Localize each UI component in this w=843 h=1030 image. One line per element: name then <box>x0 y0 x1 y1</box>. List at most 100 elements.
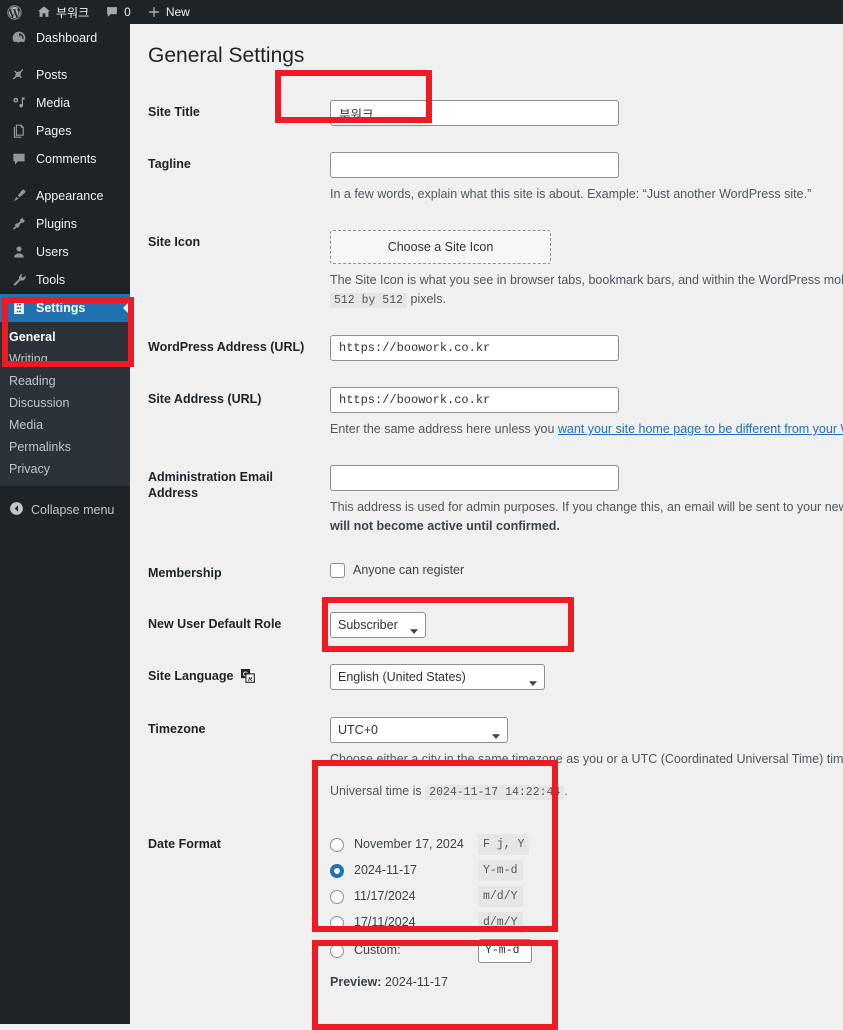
timezone-select[interactable]: UTC+0 <box>330 716 508 743</box>
submenu-item-discussion[interactable]: Discussion <box>0 392 130 414</box>
site-language-select-wrap: English (United States) <box>330 663 545 690</box>
site-name-label: 부워크 <box>56 5 90 20</box>
anyone-can-register-label: Anyone can register <box>353 563 465 578</box>
anyone-can-register-checkbox[interactable]: Anyone can register <box>330 561 464 580</box>
submenu-item-reading[interactable]: Reading <box>0 370 130 392</box>
site-icon-label: Site Icon <box>148 235 201 250</box>
date-format-option-code: F j, Y <box>478 834 530 856</box>
date-format-option[interactable]: November 17, 2024 F j, Y <box>330 832 843 858</box>
brush-icon <box>9 186 29 206</box>
submenu-item-writing[interactable]: Writing <box>0 348 130 370</box>
timezone-select-wrap: UTC+0 <box>330 716 508 743</box>
sidebar-item-users[interactable]: Users <box>0 238 130 266</box>
submenu-item-media[interactable]: Media <box>0 414 130 436</box>
new-content-menu[interactable]: New <box>139 0 198 24</box>
site-icon-pixels-label: pixels. <box>410 291 446 306</box>
admin-email-description-line2: will not become active until confirmed. <box>330 518 560 533</box>
sidebar-item-comments[interactable]: Comments <box>0 145 130 173</box>
admin-email-description: This address is used for admin purposes.… <box>330 498 843 536</box>
sidebar-item-label: Settings <box>36 301 86 315</box>
new-user-role-select-wrap: Subscriber <box>330 611 426 638</box>
sidebar-item-label: Dashboard <box>36 31 98 45</box>
submenu-item-general[interactable]: General <box>0 326 130 348</box>
timezone-description: Choose either a city in the same timezon… <box>330 751 843 766</box>
date-format-option-code: Y-m-d <box>478 860 523 882</box>
membership-label: Membership <box>148 566 222 581</box>
row-wordpress-address: WordPress Address (URL) <box>148 322 843 374</box>
plug-icon <box>9 214 29 234</box>
comments-count: 0 <box>124 5 131 19</box>
site-language-label: Site Language G א <box>148 651 330 704</box>
page-title: General Settings <box>148 44 305 67</box>
wordpress-address-input[interactable] <box>330 335 619 362</box>
wordpress-address-label: WordPress Address (URL) <box>148 340 305 355</box>
row-site-address: Site Address (URL) Enter the same addres… <box>148 374 843 452</box>
sidebar-item-posts[interactable]: Posts <box>0 61 130 89</box>
row-time-format: Time Format 2:22 pm g:i a 2:22 PM g:i A <box>148 1005 843 1024</box>
site-name-menu[interactable]: 부워크 <box>29 0 97 24</box>
tagline-description: In a few words, explain what this site i… <box>330 187 812 202</box>
wp-logo-button[interactable] <box>0 0 29 24</box>
menu-separator <box>0 52 130 61</box>
site-address-description-text: Enter the same address here unless you <box>330 422 558 437</box>
admin-email-label: Administration Email Address <box>148 469 274 501</box>
admin-email-input[interactable] <box>330 464 619 491</box>
date-format-preview-value: 2024-11-17 <box>384 974 448 989</box>
date-format-option[interactable]: 11/17/2024 m/d/Y <box>330 884 843 910</box>
row-timezone: Timezone UTC+0 Choose either a city in t… <box>148 704 843 814</box>
radio-button <box>330 837 344 852</box>
radio-button <box>330 863 344 878</box>
universal-time-value: 2024-11-17 14:22:44 <box>425 784 565 800</box>
wordpress-logo-icon <box>7 4 22 20</box>
universal-time-period: . <box>564 783 568 798</box>
sidebar-item-dashboard[interactable]: Dashboard <box>0 24 130 52</box>
admin-bar: 부워크 0 New <box>0 0 843 24</box>
date-format-option[interactable]: 2024-11-17 Y-m-d <box>330 858 843 884</box>
site-title-label: Site Title <box>148 105 200 120</box>
tagline-label: Tagline <box>148 157 191 172</box>
timezone-label: Timezone <box>148 721 206 736</box>
submenu-item-privacy[interactable]: Privacy <box>0 458 130 480</box>
sidebar-item-label: Pages <box>36 124 72 138</box>
row-new-user-role: New User Default Role Subscriber <box>148 599 843 651</box>
user-icon <box>9 242 29 262</box>
sidebar-item-pages[interactable]: Pages <box>0 117 130 145</box>
date-format-custom-option[interactable]: Custom: <box>330 936 843 966</box>
sidebar-item-label: Users <box>36 245 69 259</box>
tagline-input[interactable] <box>330 152 619 179</box>
site-address-input[interactable] <box>330 387 619 414</box>
date-format-option[interactable]: 17/11/2024 d/m/Y <box>330 910 843 936</box>
sidebar-item-settings[interactable]: Settings <box>0 294 131 322</box>
choose-site-icon-button[interactable]: Choose a Site Icon <box>330 230 551 265</box>
plus-icon <box>147 5 161 19</box>
site-title-input[interactable] <box>330 100 619 127</box>
new-user-role-select[interactable]: Subscriber <box>330 611 426 638</box>
new-label: New <box>165 5 190 19</box>
date-format-option-label: 2024-11-17 <box>354 863 418 878</box>
row-tagline: Tagline In a few words, explain what thi… <box>148 139 843 217</box>
translate-icon: G א <box>240 668 255 687</box>
site-icon-dimensions: 512 by 512 <box>330 292 408 308</box>
collapse-menu-button[interactable]: Collapse menu <box>0 496 130 524</box>
radio-button <box>330 889 344 904</box>
site-address-description: Enter the same address here unless you w… <box>330 420 843 439</box>
admin-email-description-line1: This address is used for admin purposes.… <box>330 499 843 514</box>
site-address-help-link[interactable]: want your site home page to be different… <box>558 422 843 436</box>
date-format-preview: Preview: 2024-11-17 <box>330 973 843 992</box>
sidebar-item-plugins[interactable]: Plugins <box>0 210 130 238</box>
sidebar-item-appearance[interactable]: Appearance <box>0 182 130 210</box>
site-language-select[interactable]: English (United States) <box>330 663 545 690</box>
date-format-custom-input[interactable] <box>478 938 532 963</box>
content-area: General Settings Site Title Tagline In a… <box>130 24 843 1024</box>
row-date-format: Date Format November 17, 2024 F j, Y 202… <box>148 814 843 1005</box>
sidebar-item-tools[interactable]: Tools <box>0 266 130 294</box>
row-site-title: Site Title <box>148 87 843 139</box>
date-format-preview-label: Preview: <box>330 974 382 989</box>
sidebar-item-label: Tools <box>36 273 66 287</box>
row-site-language: Site Language G א English (United Stat <box>148 651 843 704</box>
sidebar-item-label: Comments <box>36 152 97 166</box>
site-language-label-text: Site Language <box>148 668 234 683</box>
sidebar-item-media[interactable]: Media <box>0 89 130 117</box>
comments-menu[interactable]: 0 <box>97 0 139 24</box>
submenu-item-permalinks[interactable]: Permalinks <box>0 436 130 458</box>
